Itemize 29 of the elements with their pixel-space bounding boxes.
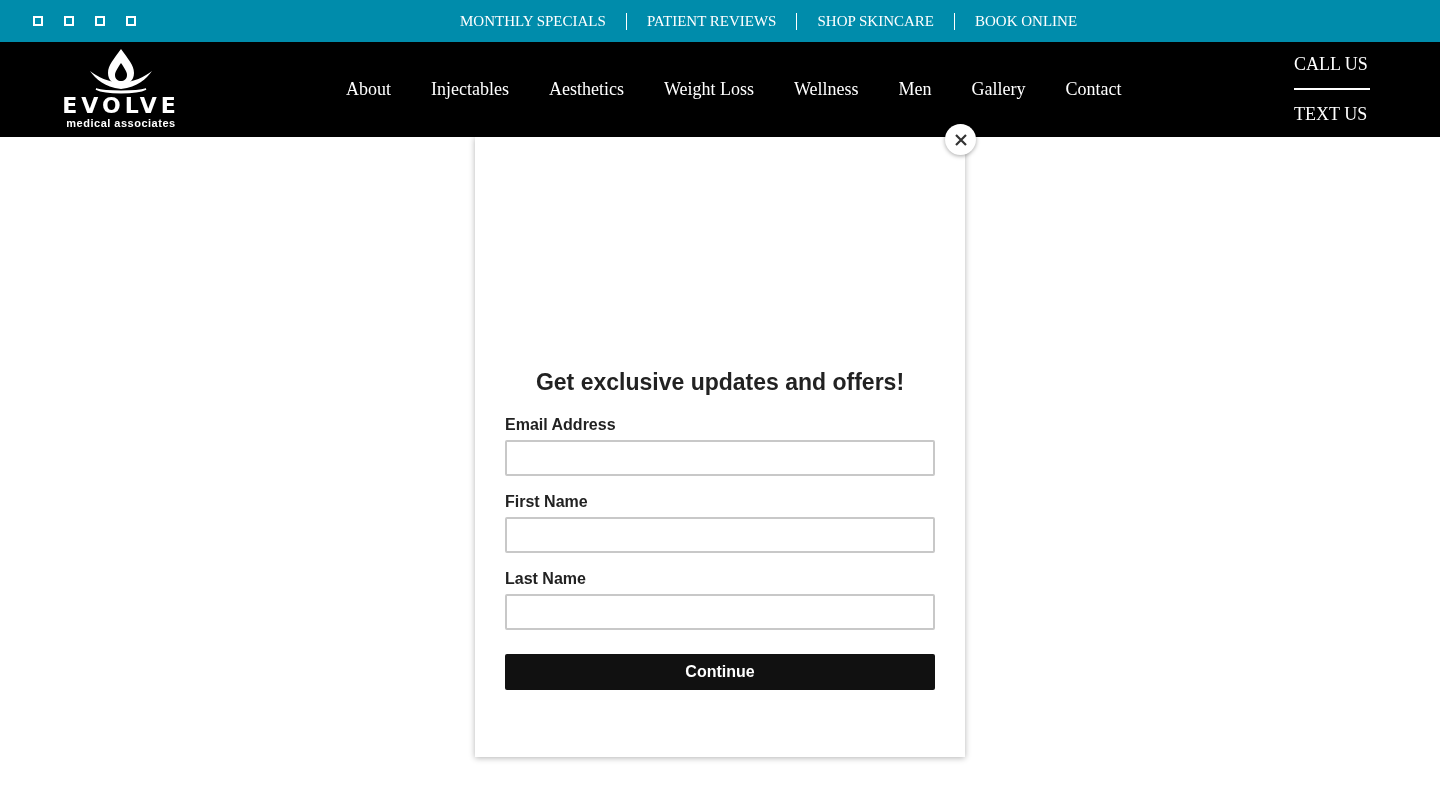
nav-link[interactable]: About [326,76,411,103]
continue-button[interactable]: Continue [505,654,935,690]
top-link[interactable]: PATIENT REVIEWS [626,9,797,33]
top-link[interactable]: SHOP SKINCARE [797,9,955,33]
nav-link[interactable]: Men [878,76,952,103]
nav-link[interactable]: Contact [1045,76,1142,103]
popup-heading: Get exclusive updates and offers! [534,368,906,397]
social-icon[interactable] [64,16,74,26]
close-icon [954,133,967,146]
nav-link[interactable]: Weight Loss [643,76,774,103]
social-icon[interactable] [126,16,136,26]
top-link[interactable]: MONTHLY SPECIALS [440,9,626,33]
input-field[interactable] [505,440,935,476]
input-field[interactable] [505,517,935,553]
social-icon[interactable] [95,16,105,26]
nav-link[interactable]: Gallery [951,76,1046,103]
header-action-link[interactable]: CALL US [1294,52,1370,76]
social-icon[interactable] [33,16,43,26]
input-field[interactable] [505,594,935,630]
top-link[interactable]: BOOK ONLINE [955,9,1098,33]
logo-tagline: medical associates [66,117,176,130]
field-label: First Name [505,492,589,512]
nav-link[interactable]: Wellness [774,76,879,103]
nav-link[interactable]: Injectables [411,76,529,103]
field-label: Email Address [505,415,617,435]
logo-name: EVOLVE [62,95,180,117]
field-label: Last Name [505,569,587,589]
nav-link[interactable]: Aesthetics [528,76,644,103]
header-action-link[interactable]: TEXT US [1294,102,1370,126]
